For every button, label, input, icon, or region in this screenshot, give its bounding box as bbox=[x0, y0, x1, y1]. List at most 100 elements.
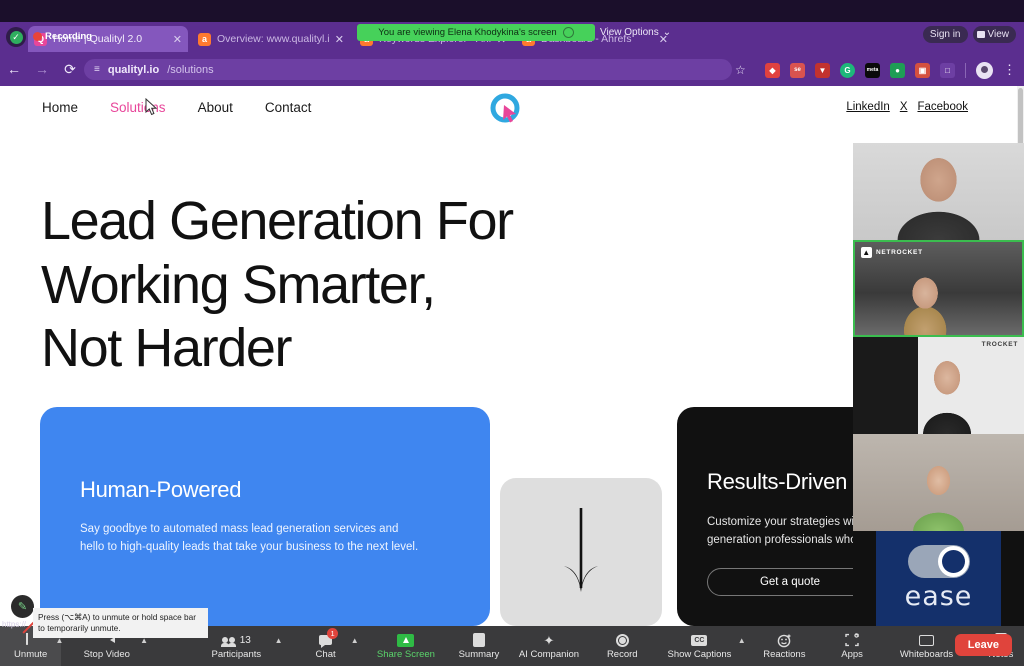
social-link-facebook[interactable]: Facebook bbox=[917, 101, 968, 113]
record-button[interactable]: Record bbox=[597, 626, 647, 666]
bookmark-star-icon[interactable]: ☆ bbox=[735, 63, 746, 77]
profile-shield-icon[interactable]: ✓ bbox=[6, 27, 26, 47]
netrocket-mark-icon: ▲ bbox=[861, 247, 872, 258]
record-circle-icon bbox=[615, 633, 629, 648]
sign-in-button[interactable]: Sign in bbox=[922, 26, 968, 43]
apps-button[interactable]: Apps bbox=[829, 626, 875, 666]
recording-dot-icon bbox=[33, 32, 42, 41]
participant-tile-4[interactable] bbox=[853, 434, 1024, 531]
seo-extension-icon[interactable]: se bbox=[790, 62, 805, 78]
site-logo[interactable] bbox=[489, 92, 523, 126]
participant-tile-5[interactable]: ease bbox=[853, 531, 1024, 626]
social-link-linkedin[interactable]: LinkedIn bbox=[846, 101, 889, 113]
site-nav-item-about[interactable]: About bbox=[198, 100, 233, 115]
whiteboards-button[interactable]: Whiteboards bbox=[889, 626, 964, 666]
chevron-down-icon: ⌄ bbox=[662, 27, 672, 38]
ease-toggle-icon bbox=[907, 545, 970, 578]
annotate-pencil-icon[interactable]: ✎ bbox=[11, 595, 34, 618]
chat-bubble-icon: 1 bbox=[319, 627, 339, 649]
url-host: qualityl.io bbox=[107, 63, 160, 76]
mouse-cursor-icon bbox=[145, 97, 158, 121]
back-button[interactable]: ← bbox=[0, 61, 28, 77]
shield-check-icon: ✓ bbox=[9, 30, 23, 44]
shield-extension-icon[interactable]: ▼ bbox=[815, 62, 830, 78]
show-captions-chevron-icon[interactable]: ▲ bbox=[738, 636, 746, 645]
screen-share-banner: You are viewing Elena Khodykina's screen bbox=[357, 24, 595, 41]
card-human-powered: Human-Powered Say goodbye to automated m… bbox=[40, 407, 490, 626]
summary-label: Summary bbox=[458, 648, 500, 660]
participants-chevron-icon[interactable]: ▲ bbox=[275, 636, 283, 645]
participant-video-4 bbox=[853, 434, 1024, 531]
chat-button[interactable]: 1 Chat ▲ bbox=[303, 626, 359, 666]
share-screen-button[interactable]: Share Screen bbox=[367, 626, 446, 666]
summary-button[interactable]: Summary bbox=[449, 626, 508, 666]
page-title: Lead Generation For Working Smarter, Not… bbox=[41, 190, 514, 381]
apps-icon bbox=[845, 633, 859, 648]
hero-line-1: Lead Generation For bbox=[41, 191, 514, 251]
participant-tile-1[interactable] bbox=[853, 143, 1024, 240]
participants-button[interactable]: 13 Participants ▲ bbox=[196, 626, 282, 666]
clip-extension-icon[interactable]: ● bbox=[890, 62, 905, 78]
participant-tile-2[interactable]: ▲ NETROCKET bbox=[853, 240, 1024, 337]
hero-line-2: Working Smarter, bbox=[41, 254, 436, 315]
tab-favicon-ahrefs-1: a bbox=[198, 32, 211, 46]
netrocket-logo-badge: ▲ NETROCKET bbox=[861, 247, 923, 258]
chat-label: Chat bbox=[315, 648, 336, 660]
participants-count: 13 bbox=[239, 634, 251, 646]
whiteboard-icon bbox=[919, 633, 935, 648]
view-button[interactable]: View bbox=[972, 26, 1016, 43]
people-icon: 13 bbox=[220, 633, 251, 648]
leave-button[interactable]: Leave bbox=[954, 634, 1012, 656]
document-icon bbox=[472, 633, 485, 648]
view-icon bbox=[976, 31, 985, 38]
site-nav-links: Home Solutions About Contact bbox=[42, 100, 311, 115]
tab-title-2: Overview: www.qualityl.io/ - Ah bbox=[217, 33, 329, 45]
card-human-powered-title: Human-Powered bbox=[80, 477, 242, 502]
avatar[interactable] bbox=[976, 61, 993, 79]
tab-close-icon-2[interactable]: ✕ bbox=[335, 33, 344, 46]
cc-icon: CC bbox=[691, 633, 708, 648]
reactions-button[interactable]: Reactions bbox=[754, 626, 815, 666]
site-nav-item-home[interactable]: Home bbox=[42, 100, 78, 115]
meta-extension-icon[interactable]: meta bbox=[865, 62, 880, 78]
address-bar[interactable]: ≡ qualityl.io/solutions bbox=[84, 59, 732, 80]
show-captions-button[interactable]: CC Show Captions ▲ bbox=[659, 626, 746, 666]
reload-button[interactable]: ⟳ bbox=[56, 61, 84, 78]
reactions-label: Reactions bbox=[763, 648, 806, 660]
card-scroll-down[interactable] bbox=[500, 478, 662, 626]
gallery-extension-icon[interactable]: ▣ bbox=[915, 62, 930, 78]
site-nav-item-contact[interactable]: Contact bbox=[265, 100, 312, 115]
get-a-quote-button[interactable]: Get a quote bbox=[707, 567, 873, 596]
browser-tab-2[interactable]: a Overview: www.qualityl.io/ - Ah ✕ bbox=[192, 26, 350, 52]
view-options-label: View Options bbox=[600, 27, 659, 38]
bag-extension-icon[interactable]: □ bbox=[940, 62, 955, 78]
browser-menu-icon[interactable]: ⋮ bbox=[1003, 62, 1016, 78]
ai-companion-button[interactable]: ✦ AI Companion bbox=[511, 626, 588, 666]
social-link-x[interactable]: X bbox=[900, 101, 908, 113]
pause-share-icon[interactable] bbox=[562, 27, 574, 38]
forward-button[interactable]: → bbox=[28, 61, 56, 77]
view-options-button[interactable]: View Options ⌄ bbox=[600, 24, 671, 41]
tab-close-icon-1[interactable]: ✕ bbox=[173, 33, 182, 46]
view-button-label: View bbox=[987, 29, 1010, 40]
show-captions-label: Show Captions bbox=[667, 648, 732, 660]
toolbar-divider bbox=[965, 62, 966, 78]
browser-extensions: ◆ se ▼ G meta ● ▣ □ ⋮ bbox=[765, 60, 1016, 80]
arrow-down-icon bbox=[564, 508, 598, 592]
smiley-icon bbox=[777, 633, 792, 648]
sparkle-icon: ✦ bbox=[543, 632, 555, 648]
stop-video-label: Stop Video bbox=[83, 648, 130, 660]
url-path: /solutions bbox=[167, 63, 214, 76]
participants-video-strip: ▲ NETROCKET TROCKET ease bbox=[853, 143, 1024, 626]
apps-label: Apps bbox=[841, 648, 863, 660]
site-settings-icon[interactable]: ≡ bbox=[94, 64, 100, 75]
participant-video-1 bbox=[853, 143, 1024, 240]
diamond-extension-icon[interactable]: ◆ bbox=[765, 62, 780, 78]
ai-companion-label: AI Companion bbox=[518, 648, 580, 660]
grammarly-extension-icon[interactable]: G bbox=[840, 62, 855, 78]
participant-tile-3[interactable]: TROCKET bbox=[853, 337, 1024, 434]
unmute-label: Unmute bbox=[14, 648, 48, 660]
screen-root: Sign in View ✓ Q Home | Qualityl 2.0 ✕ a… bbox=[0, 0, 1024, 666]
ease-wordmark: ease bbox=[904, 581, 973, 612]
chat-chevron-icon[interactable]: ▲ bbox=[351, 636, 359, 645]
